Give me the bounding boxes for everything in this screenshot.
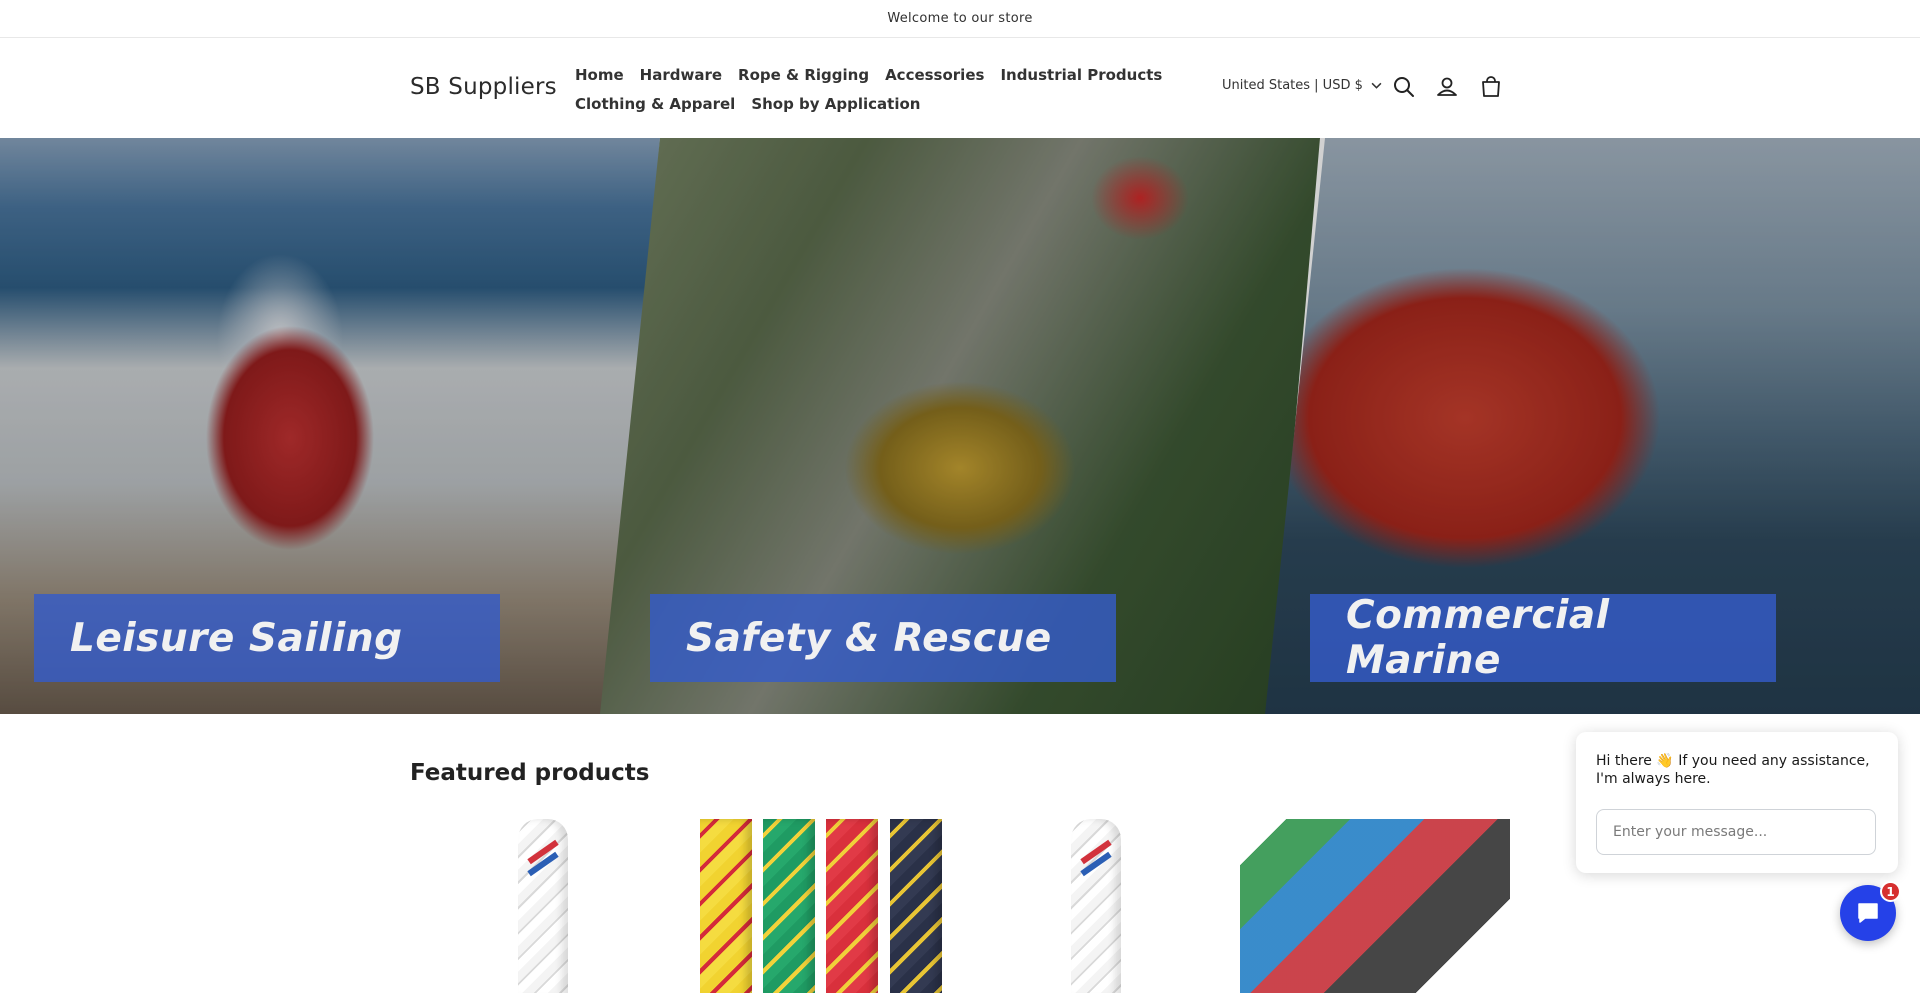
nav-hardware[interactable]: Hardware <box>640 66 722 84</box>
announcement-text: Welcome to our store <box>887 11 1033 26</box>
product-image-navy-rope <box>890 819 942 993</box>
chat-greeting: Hi there 👋 If you need any assistance, I… <box>1596 753 1870 787</box>
search-icon <box>1394 77 1414 97</box>
chat-message-input[interactable] <box>1596 809 1876 855</box>
product-image-red-rope <box>826 819 878 993</box>
hero-link-safety-rescue[interactable]: Safety & Rescue <box>650 594 1116 682</box>
nav-rope-rigging[interactable]: Rope & Rigging <box>738 66 869 84</box>
chevron-down-icon <box>1371 82 1382 89</box>
nav-home[interactable]: Home <box>575 66 624 84</box>
cart-icon <box>1482 76 1500 97</box>
country-currency-label: United States | USD $ <box>1222 78 1363 93</box>
chat-notification-badge: 1 <box>1880 881 1901 902</box>
product-image <box>1240 819 1510 993</box>
main-nav: Home Hardware Rope & Rigging Accessories… <box>575 60 1162 118</box>
announcement-bar: Welcome to our store <box>0 0 1920 38</box>
country-currency-selector[interactable]: United States | USD $ <box>1222 78 1382 93</box>
account-icon <box>1437 77 1457 96</box>
product-card[interactable] <box>690 819 960 993</box>
search-button[interactable] <box>1391 74 1417 100</box>
cart-button[interactable] <box>1478 74 1504 100</box>
hero-link-commercial-marine[interactable]: Commercial Marine <box>1310 593 1776 683</box>
hero-link-leisure-sailing[interactable]: Leisure Sailing <box>34 594 500 682</box>
product-image <box>518 819 568 993</box>
chat-bubble-icon <box>1858 903 1878 923</box>
store-logo[interactable]: SB Suppliers <box>410 74 557 100</box>
nav-accessories[interactable]: Accessories <box>885 66 984 84</box>
chat-popup: Hi there 👋 If you need any assistance, I… <box>1576 732 1898 873</box>
nav-row-2: Clothing & Apparel Shop by Application <box>575 89 1135 118</box>
product-image <box>1071 819 1121 993</box>
product-card[interactable] <box>410 819 670 993</box>
product-image-yellow-rope <box>700 819 752 993</box>
product-card[interactable] <box>1240 819 1515 993</box>
product-image-green-rope <box>763 819 815 993</box>
site-header: SB Suppliers Home Hardware Rope & Riggin… <box>0 38 1920 138</box>
nav-clothing-apparel[interactable]: Clothing & Apparel <box>575 95 735 113</box>
account-button[interactable] <box>1434 74 1460 100</box>
hero-banner: Leisure Sailing Safety & Rescue Commerci… <box>0 138 1920 714</box>
nav-industrial-products[interactable]: Industrial Products <box>1000 66 1162 84</box>
nav-row-1: Home Hardware Rope & Rigging Accessories… <box>575 60 1162 89</box>
product-card[interactable] <box>985 819 1245 993</box>
featured-products-heading: Featured products <box>410 760 650 786</box>
nav-shop-by-application[interactable]: Shop by Application <box>751 95 920 113</box>
